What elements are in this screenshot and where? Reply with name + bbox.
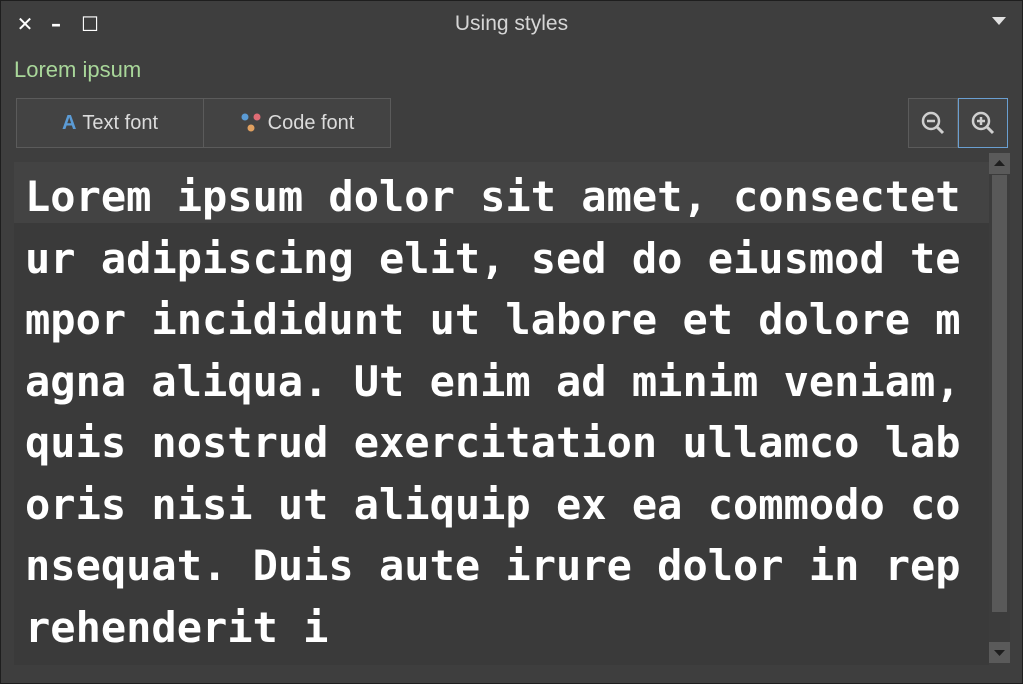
chevron-up-icon <box>994 160 1005 166</box>
editor-content[interactable]: Lorem ipsum dolor sit amet, consectetur … <box>25 166 985 658</box>
code-font-button[interactable]: Code font <box>203 98 391 148</box>
zoom-in-icon <box>971 111 995 135</box>
zoom-in-button[interactable] <box>958 98 1008 148</box>
text-font-button[interactable]: A Text font <box>16 98 204 148</box>
text-font-icon: A <box>61 112 77 134</box>
scroll-down-button[interactable] <box>989 642 1010 663</box>
window-menu-icon[interactable] <box>992 17 1006 25</box>
text-font-label: Text font <box>82 112 159 134</box>
window: ✕ – ☐ Using styles Lorem ipsum A Text fo… <box>0 0 1023 684</box>
scroll-thumb[interactable] <box>992 175 1007 612</box>
heading-label: Lorem ipsum <box>14 57 142 82</box>
zoom-out-button[interactable] <box>908 98 958 148</box>
title-bar: ✕ – ☐ Using styles <box>1 1 1022 47</box>
code-font-icon <box>241 113 261 132</box>
vertical-scrollbar[interactable] <box>989 153 1010 663</box>
scroll-up-button[interactable] <box>989 153 1010 174</box>
chevron-down-icon <box>994 650 1005 656</box>
window-title: Using styles <box>454 12 569 35</box>
code-font-label: Code font <box>267 112 355 134</box>
text-editor[interactable]: Lorem ipsum dolor sit amet, consectetur … <box>14 162 989 665</box>
zoom-out-icon <box>921 111 945 135</box>
